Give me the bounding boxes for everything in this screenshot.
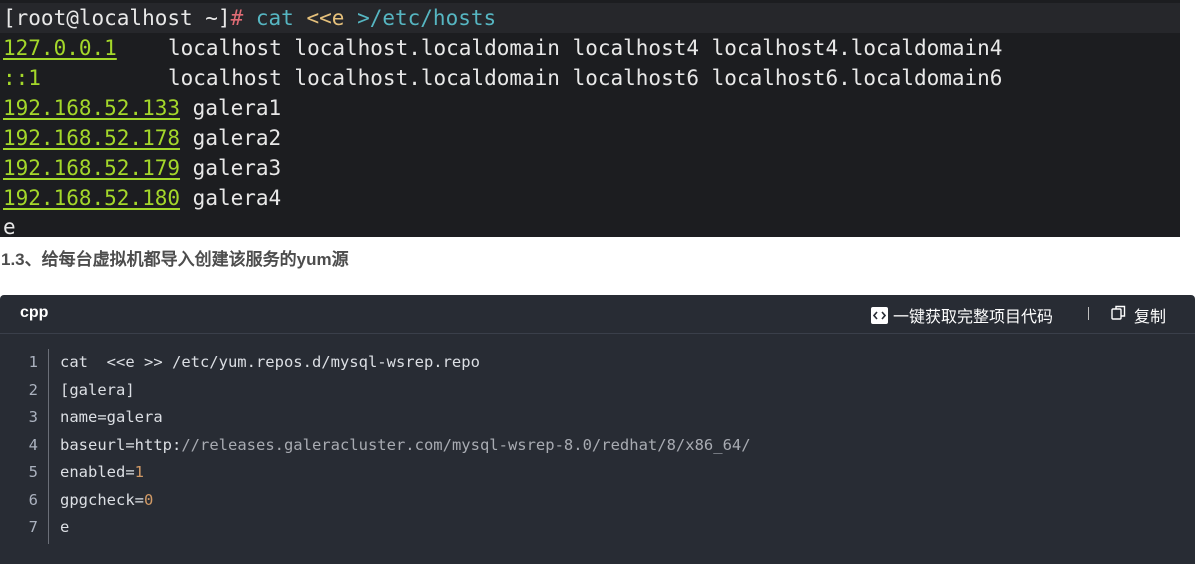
- command-heredoc: <<e: [306, 6, 345, 30]
- prompt-symbol: #: [230, 6, 244, 30]
- command-redirect: >/etc/hosts: [357, 6, 497, 30]
- host-names: galera2: [192, 126, 282, 150]
- code-text: [galera]: [60, 380, 135, 399]
- code-line: 3 name=galera: [0, 404, 1195, 432]
- copy-icon: [1111, 305, 1126, 325]
- host-ip: 192.168.52.180: [3, 186, 181, 210]
- host-ip: 192.168.52.178: [3, 126, 181, 150]
- heredoc-end-marker: e: [3, 215, 16, 239]
- code-line: 2 [galera]: [0, 377, 1195, 405]
- host-names: galera1: [192, 96, 282, 120]
- section-heading: 1.3、给每台虚拟机都导入创建该服务的yum源: [1, 250, 349, 269]
- line-number: 3: [28, 408, 38, 426]
- line-number: 4: [28, 435, 38, 454]
- host-ip: ::1: [3, 66, 41, 90]
- code-header: cpp 一键获取完整项目代码 复制: [0, 295, 1195, 334]
- header-divider: [1088, 307, 1089, 320]
- line-number: 7: [28, 518, 38, 536]
- code-comment: //releases.galeracluster.com/mysql-wsrep…: [181, 435, 751, 454]
- language-label: cpp: [20, 304, 49, 321]
- line-number: 6: [28, 490, 38, 509]
- host-ip: 192.168.52.133: [3, 96, 181, 120]
- host-ip: 192.168.52.179: [3, 156, 181, 180]
- code-text: cat <<e >> /etc/yum.repos.d/mysql-wsrep.…: [60, 353, 480, 371]
- host-names: localhost localhost.localdomain localhos…: [168, 66, 1003, 90]
- code-line: 6 gpgcheck=0: [0, 487, 1195, 515]
- code-text: e: [60, 518, 70, 536]
- terminal-output: [root@localhost ~]# cat <<e >/etc/hosts …: [0, 0, 1180, 239]
- hosts-line: 192.168.52.178 galera2: [3, 123, 281, 153]
- line-number: 2: [28, 380, 38, 399]
- code-line: 1 cat <<e >> /etc/yum.repos.d/mysql-wsre…: [0, 349, 1195, 377]
- line-number: 1: [28, 353, 38, 371]
- code-number: 0: [144, 490, 154, 509]
- code-number: 1: [134, 463, 144, 481]
- code-block: cpp 一键获取完整项目代码 复制 1 cat <<e >> /etc/yum.…: [0, 295, 1195, 564]
- prompt-line: [root@localhost ~]# cat <<e >/etc/hosts: [0, 3, 1180, 33]
- get-full-project-code-button[interactable]: 一键获取完整项目代码: [871, 303, 1053, 327]
- code-text: gpgcheck=0: [60, 490, 154, 509]
- code-line: 4 baseurl=http://releases.galeracluster.…: [0, 432, 1195, 460]
- copy-button[interactable]: 复制: [1111, 303, 1166, 327]
- code-text: enabled=1: [60, 463, 144, 481]
- code-expand-icon: [871, 306, 888, 324]
- hosts-line: 192.168.52.133 galera1: [3, 93, 281, 123]
- host-names: localhost localhost.localdomain localhos…: [168, 36, 1003, 60]
- host-ip: 127.0.0.1: [3, 36, 117, 60]
- code-text: baseurl=http://releases.galeracluster.co…: [60, 435, 751, 454]
- hosts-line: ::1 localhost localhost.localdomain local…: [3, 63, 1173, 93]
- hosts-line: 127.0.0.1 localhost localhost.localdomain…: [3, 33, 1173, 63]
- command-name: cat: [255, 6, 294, 30]
- host-names: galera4: [192, 186, 282, 210]
- hosts-line: 192.168.52.179 galera3: [3, 153, 281, 183]
- line-number: 5: [28, 463, 38, 481]
- get-full-project-code-label: 一键获取完整项目代码: [893, 309, 1054, 326]
- host-names: galera3: [192, 156, 282, 180]
- code-text: name=galera: [60, 408, 163, 426]
- hosts-line: 192.168.52.180 galera4: [3, 183, 281, 213]
- code-line: 5 enabled=1: [0, 459, 1195, 487]
- shell-prompt: [root@localhost ~]: [3, 6, 231, 30]
- code-line: 7 e: [0, 514, 1195, 542]
- copy-label: 复制: [1134, 309, 1167, 326]
